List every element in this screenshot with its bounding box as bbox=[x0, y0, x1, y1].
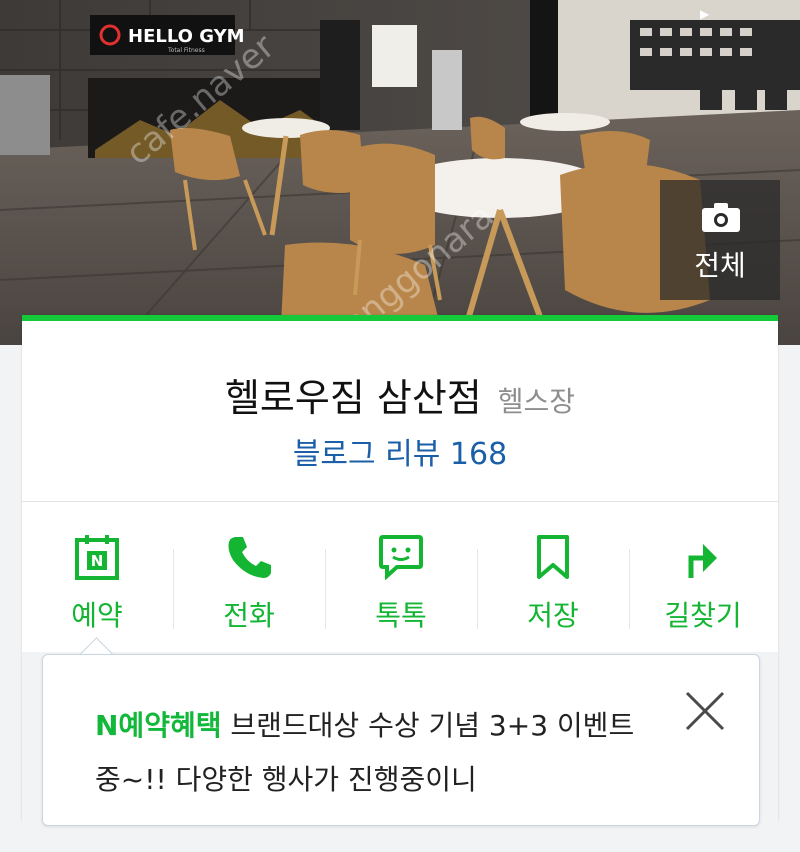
bookmark-icon bbox=[537, 535, 569, 579]
action-bar: N 예약 전화 톡톡 저장 길찾기 bbox=[22, 502, 778, 652]
call-label: 전화 bbox=[223, 599, 275, 632]
hero-photo[interactable]: HELLO GYM Total Fitness ▶ cafe.naver joo… bbox=[0, 0, 800, 345]
reservation-label: 예약 bbox=[71, 599, 123, 632]
promo-text: N예약혜택 브랜드대상 수상 기념 3+3 이벤트중~!! 다양한 행사가 진행… bbox=[95, 699, 655, 807]
gym-sign-sub: Total Fitness bbox=[167, 47, 205, 54]
reservation-button[interactable]: N 예약 bbox=[22, 502, 172, 652]
talk-icon bbox=[379, 535, 423, 580]
svg-text:▶: ▶ bbox=[700, 7, 710, 21]
phone-icon bbox=[228, 537, 271, 578]
all-photos-label: 전체 bbox=[694, 249, 746, 282]
save-button[interactable]: 저장 bbox=[478, 502, 628, 652]
title-row: 헬로우짐 삼산점 헬스장 bbox=[22, 367, 778, 422]
all-photos-button[interactable]: 전체 bbox=[660, 180, 780, 300]
blog-review-link[interactable]: 블로그 리뷰 168 bbox=[22, 429, 778, 473]
place-category: 헬스장 bbox=[497, 385, 576, 418]
place-name: 헬로우짐 삼산점 bbox=[224, 376, 482, 420]
promo-tag: N예약혜택 bbox=[95, 709, 222, 742]
talktalk-button[interactable]: 톡톡 bbox=[326, 502, 476, 652]
promo-box[interactable]: N예약혜택 브랜드대상 수상 기념 3+3 이벤트중~!! 다양한 행사가 진행… bbox=[42, 654, 760, 826]
talktalk-label: 톡톡 bbox=[375, 599, 427, 632]
save-label: 저장 bbox=[527, 599, 579, 632]
directions-icon bbox=[688, 544, 717, 578]
directions-label: 길찾기 bbox=[664, 599, 742, 632]
close-icon[interactable] bbox=[683, 689, 727, 733]
call-button[interactable]: 전화 bbox=[174, 502, 324, 652]
reservation-icon: N bbox=[75, 535, 119, 580]
camera-icon bbox=[702, 203, 740, 232]
gym-sign: HELLO GYM bbox=[128, 26, 245, 47]
directions-button[interactable]: 길찾기 bbox=[628, 502, 778, 652]
svg-text:N: N bbox=[91, 552, 104, 570]
